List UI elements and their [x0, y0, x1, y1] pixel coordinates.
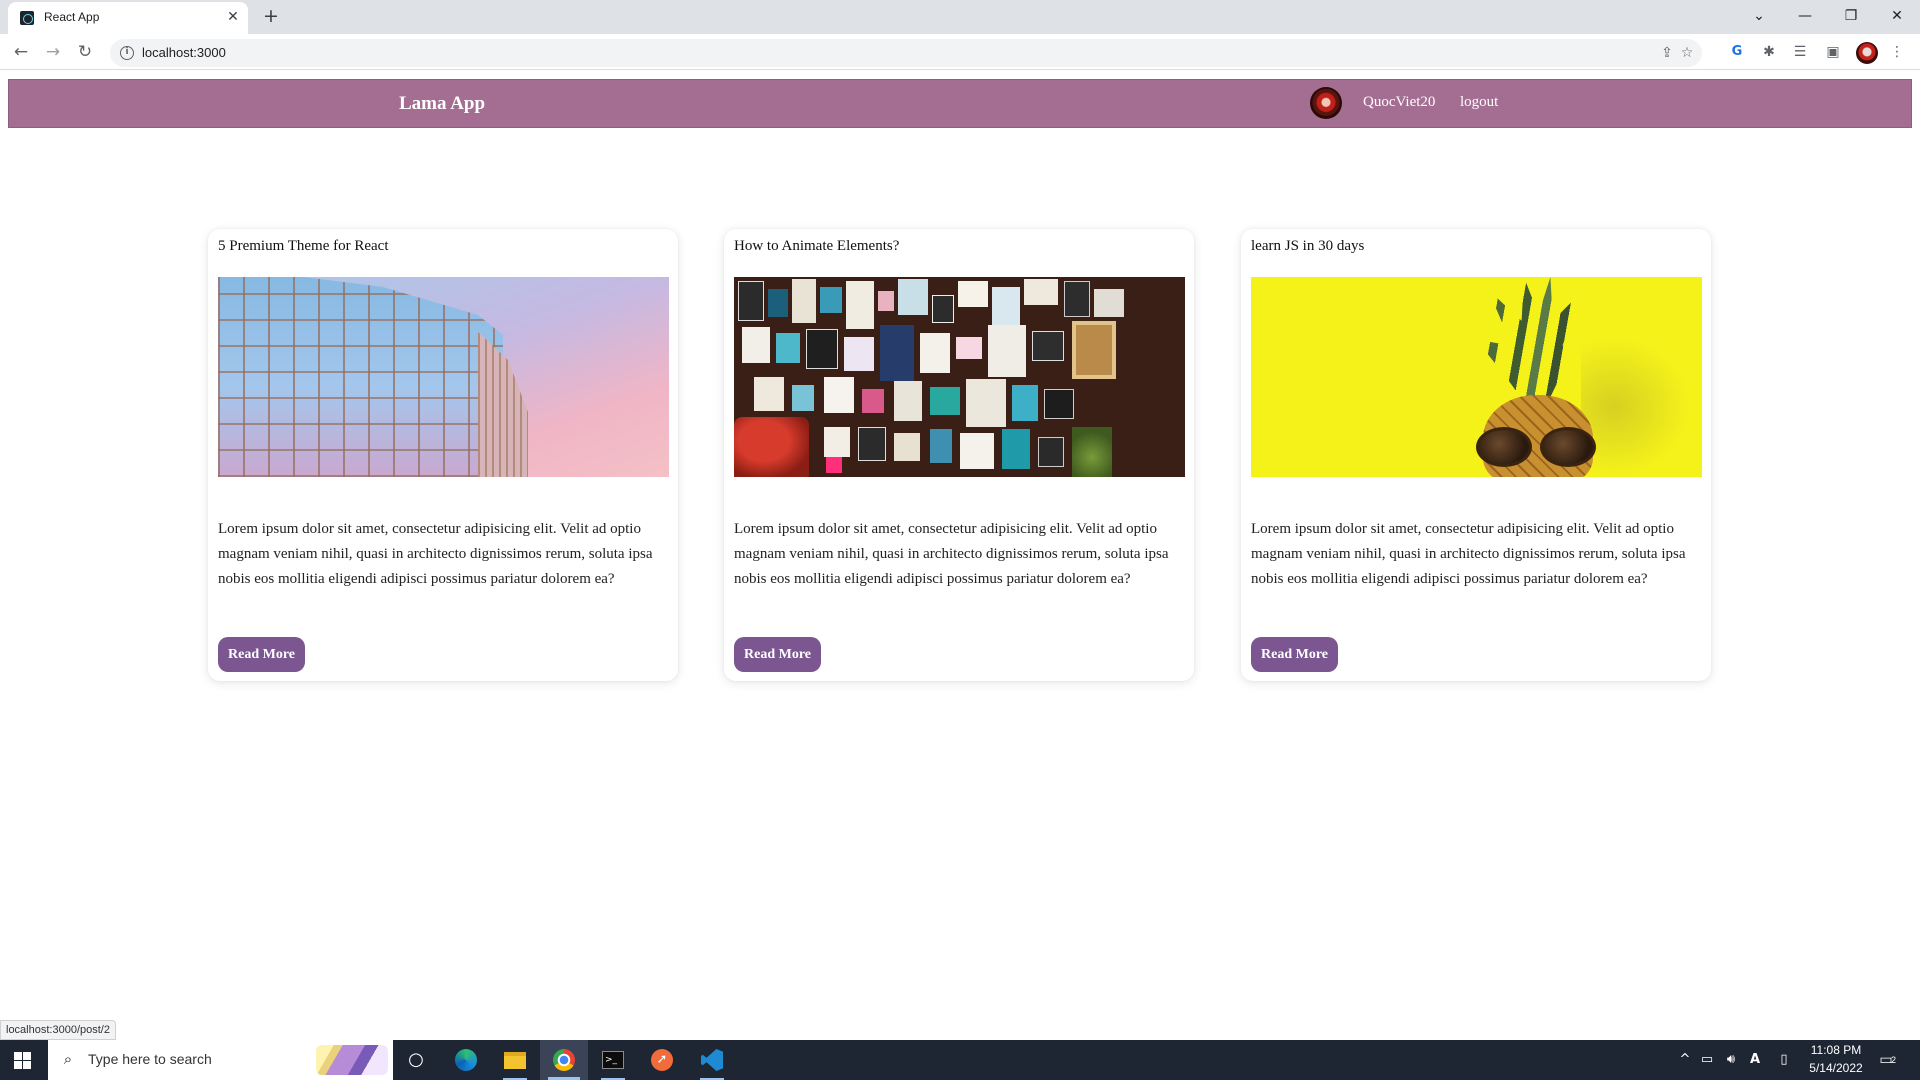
search-icon: ⌕	[63, 1050, 73, 1068]
taskbar-search[interactable]: ⌕ Type here to search	[48, 1040, 393, 1080]
post-title: How to Animate Elements?	[734, 238, 900, 254]
forward-button[interactable]: →	[41, 40, 65, 64]
windows-start-icon[interactable]	[14, 1052, 31, 1069]
logout-link[interactable]: logout	[1460, 94, 1498, 111]
search-placeholder[interactable]: Type here to search	[88, 1051, 212, 1067]
side-panel-icon[interactable]: ▣	[1822, 41, 1844, 63]
task-view-icon[interactable]: ○	[392, 1040, 440, 1080]
post-description: Lorem ipsum dolor sit amet, consectetur …	[1251, 521, 1686, 587]
reload-button[interactable]: ↻	[73, 40, 97, 64]
react-favicon-icon	[20, 11, 34, 25]
tab-strip: React App ✕ + ⌄ — ❐ ✕	[0, 0, 1920, 34]
tab-search-icon[interactable]: ⌄	[1744, 4, 1774, 28]
clock-time[interactable]: 11:08 PM	[1808, 1043, 1864, 1057]
browser-tab[interactable]: React App ✕	[8, 2, 248, 34]
post-image	[1251, 277, 1702, 477]
minimize-button[interactable]: —	[1790, 4, 1820, 28]
user-avatar	[1310, 87, 1342, 119]
post-card: How to Animate Elements? Lorem ipsum dol…	[724, 229, 1194, 681]
star-icon[interactable]: ☆	[1676, 42, 1698, 64]
translate-icon[interactable]: G	[1726, 41, 1748, 63]
taskbar: ⌕ Type here to search ○ >_ ➚ ^ ▭ 🔊︎ A ▯ …	[0, 1040, 1920, 1080]
tab-close-icon[interactable]: ✕	[224, 8, 242, 26]
restore-button[interactable]: ❐	[1836, 4, 1866, 28]
post-title: 5 Premium Theme for React	[218, 238, 389, 254]
read-more-button[interactable]: Read More	[1251, 637, 1338, 672]
read-more-button[interactable]: Read More	[734, 637, 821, 672]
username: QuocViet20	[1363, 94, 1436, 110]
post-image	[218, 277, 669, 477]
profile-avatar[interactable]	[1856, 42, 1878, 64]
tablet-mode-icon[interactable]: ▯	[1775, 1050, 1793, 1070]
postman-icon[interactable]: ➚	[638, 1040, 686, 1080]
address-bar[interactable]: i localhost:3000 ⇪ ☆	[110, 39, 1702, 67]
tab-title: React App	[44, 10, 100, 24]
reading-list-icon[interactable]: ☰	[1789, 41, 1811, 63]
post-image	[734, 277, 1185, 477]
input-language-icon[interactable]: A	[1746, 1050, 1764, 1070]
volume-icon[interactable]: 🔊︎	[1722, 1050, 1740, 1070]
post-title: learn JS in 30 days	[1251, 238, 1365, 254]
post-description: Lorem ipsum dolor sit amet, consectetur …	[218, 521, 653, 587]
notification-count: 2	[1891, 1055, 1897, 1065]
new-tab-button[interactable]: +	[260, 6, 282, 28]
clock-date[interactable]: 5/14/2022	[1808, 1061, 1864, 1075]
app-navbar: Lama App QuocViet20 logout	[8, 79, 1912, 128]
terminal-icon[interactable]: >_	[589, 1040, 637, 1080]
menu-icon[interactable]: ⋮	[1886, 41, 1908, 63]
browser-toolbar: ← → ↻ i localhost:3000 ⇪ ☆ G ✱ ☰ ▣ ⋮	[0, 34, 1920, 70]
extensions-icon[interactable]: ✱	[1758, 41, 1780, 63]
search-highlight-icon	[316, 1045, 388, 1075]
post-description: Lorem ipsum dolor sit amet, consectetur …	[734, 521, 1169, 587]
network-icon[interactable]: ▭	[1698, 1050, 1716, 1070]
file-explorer-icon[interactable]	[491, 1040, 539, 1080]
app-logo[interactable]: Lama App	[399, 93, 485, 115]
url-text[interactable]: localhost:3000	[142, 45, 226, 60]
back-button[interactable]: ←	[9, 40, 33, 64]
share-icon[interactable]: ⇪	[1656, 42, 1678, 64]
post-card: 5 Premium Theme for React Lorem ipsum do…	[208, 229, 678, 681]
read-more-button[interactable]: Read More	[218, 637, 305, 672]
vscode-icon[interactable]	[688, 1040, 736, 1080]
close-window-button[interactable]: ✕	[1882, 4, 1912, 28]
chevron-up-icon[interactable]: ^	[1676, 1050, 1694, 1070]
post-card: learn JS in 30 days Lorem ipsum dolor si…	[1241, 229, 1711, 681]
edge-icon[interactable]	[442, 1040, 490, 1080]
info-icon[interactable]: i	[120, 46, 134, 60]
status-url-bubble: localhost:3000/post/2	[0, 1020, 116, 1040]
chrome-icon[interactable]	[540, 1040, 588, 1080]
